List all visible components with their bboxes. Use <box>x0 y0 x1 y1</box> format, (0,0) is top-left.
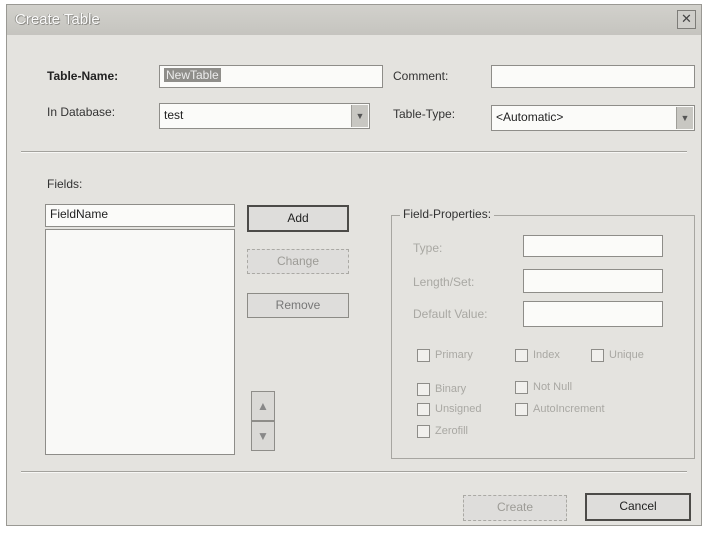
auto-increment-label: AutoIncrement <box>533 403 605 415</box>
primary-checkbox[interactable] <box>417 349 430 362</box>
unsigned-label: Unsigned <box>435 403 482 415</box>
length-label: Length/Set: <box>413 275 475 289</box>
close-icon[interactable]: ✕ <box>677 10 696 29</box>
primary-label: Primary <box>435 349 473 361</box>
auto-increment-checkbox[interactable] <box>515 403 528 416</box>
create-button[interactable]: Create <box>463 495 567 521</box>
index-label: Index <box>533 349 560 361</box>
type-select[interactable] <box>523 235 663 257</box>
fields-label: Fields: <box>47 177 83 191</box>
table-type-value: <Automatic> <box>496 110 564 124</box>
comment-input[interactable] <box>491 65 695 88</box>
table-type-label: Table-Type: <box>393 107 456 121</box>
create-table-dialog: Create Table ✕ Table-Name: NewTable Comm… <box>6 4 702 526</box>
binary-label: Binary <box>435 383 467 395</box>
not-null-checkbox[interactable] <box>515 381 528 394</box>
dialog-title: Create Table <box>15 11 100 28</box>
default-value-input[interactable] <box>523 301 663 327</box>
title-bar[interactable]: Create Table ✕ <box>7 5 701 35</box>
table-name-input[interactable]: NewTable <box>159 65 383 88</box>
zerofill-label: Zerofill <box>435 425 469 437</box>
arrow-down-icon[interactable]: ▼ <box>251 421 275 451</box>
zerofill-checkbox[interactable] <box>417 425 430 438</box>
binary-checkbox[interactable] <box>417 383 430 396</box>
in-database-select[interactable]: test ▼ <box>159 103 370 129</box>
unique-label: Unique <box>609 349 644 361</box>
table-name-value: NewTable <box>164 68 221 82</box>
change-button[interactable]: Change <box>247 249 349 274</box>
not-null-label: Not Null <box>533 381 573 393</box>
add-button[interactable]: Add <box>247 205 349 232</box>
type-label: Type: <box>413 241 443 255</box>
remove-button[interactable]: Remove <box>247 293 349 318</box>
field-properties-title: Field-Properties: <box>400 207 495 221</box>
unique-checkbox[interactable] <box>591 349 604 362</box>
field-name-input[interactable]: FieldName <box>45 204 235 227</box>
index-checkbox[interactable] <box>515 349 528 362</box>
table-type-select[interactable]: <Automatic> ▼ <box>491 105 695 131</box>
footer-separator <box>21 471 687 473</box>
arrow-up-icon[interactable]: ▲ <box>251 391 275 421</box>
chevron-down-icon[interactable]: ▼ <box>351 105 368 127</box>
in-database-label: In Database: <box>47 105 116 119</box>
in-database-value: test <box>164 108 184 122</box>
default-value-label: Default Value: <box>413 307 488 321</box>
table-name-label: Table-Name: <box>47 69 119 83</box>
cancel-button[interactable]: Cancel <box>585 493 691 521</box>
fields-list[interactable] <box>45 229 235 455</box>
header-separator <box>21 151 687 153</box>
comment-label: Comment: <box>393 69 449 83</box>
unsigned-checkbox[interactable] <box>417 403 430 416</box>
chevron-down-icon[interactable]: ▼ <box>676 107 693 129</box>
length-input[interactable] <box>523 269 663 293</box>
